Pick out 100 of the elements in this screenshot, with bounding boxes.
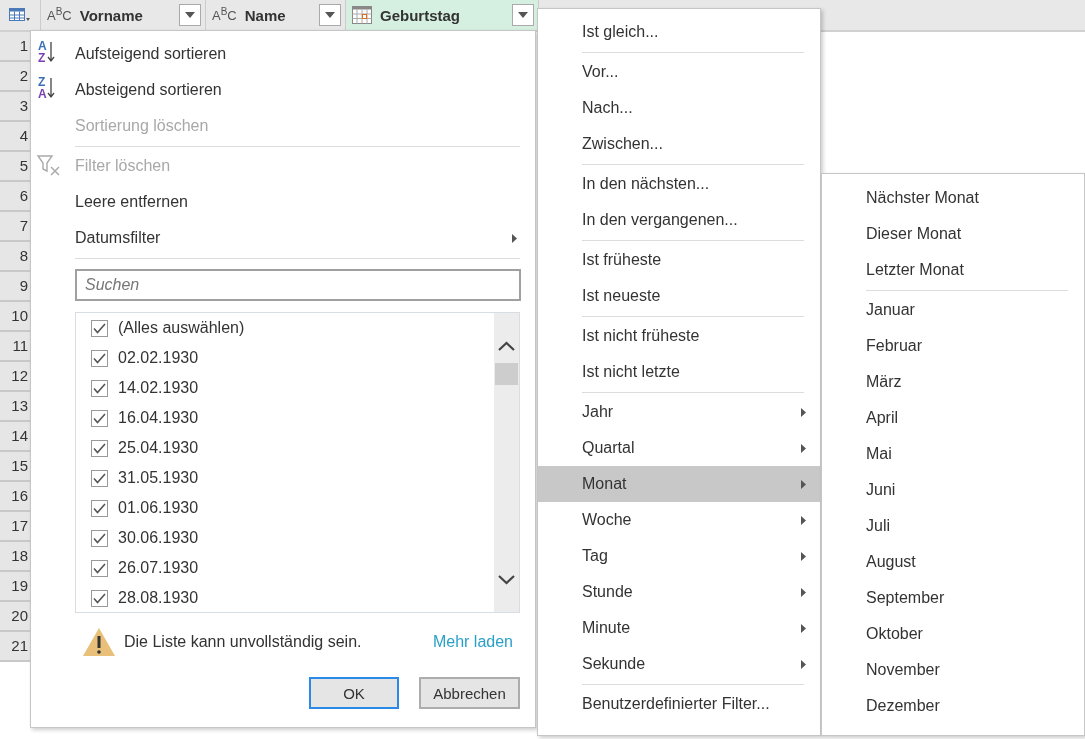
row-number: 10 [0, 302, 30, 332]
row-number: 13 [0, 392, 30, 422]
column-label: Name [244, 6, 287, 24]
row-number: 1 [0, 32, 30, 62]
menu-item[interactable]: April [822, 400, 1084, 436]
table-icon[interactable] [9, 8, 31, 22]
menu-item[interactable]: Dieser Monat [822, 216, 1084, 252]
submenu-arrow-icon [512, 233, 517, 243]
row-number: 21 [0, 632, 30, 662]
checkbox[interactable] [91, 589, 108, 607]
row-number: 20 [0, 602, 30, 632]
dialog-button[interactable]: Abbrechen [419, 677, 520, 709]
caret-icon [518, 12, 528, 18]
menu-item[interactable]: Vor... [538, 54, 820, 90]
menu-item[interactable]: Quartal [538, 430, 820, 466]
checkbox[interactable] [91, 319, 108, 337]
menu-item[interactable]: Oktober [822, 616, 1084, 652]
menu-item[interactable]: Stunde [538, 574, 820, 610]
submenu-arrow-icon [801, 587, 806, 597]
checkbox[interactable] [91, 439, 108, 457]
menu-item[interactable]: Dezember [822, 688, 1084, 724]
value-label[interactable]: 31.05.1930 [118, 469, 199, 487]
submenu-arrow-icon [801, 407, 806, 417]
checkbox[interactable] [91, 409, 108, 427]
text-type-label: A$^{B}$C [212, 6, 237, 24]
menu-item[interactable]: Mai [822, 436, 1084, 472]
submenu-arrow-icon [801, 515, 806, 525]
menu-item[interactable]: Ist gleich... [538, 14, 820, 50]
menu-item[interactable]: AZ Aufsteigend sortieren [31, 36, 535, 72]
menu-item[interactable]: Minute [538, 610, 820, 646]
scrollbar-thumb[interactable] [495, 363, 518, 385]
row-number: 5 [0, 152, 30, 182]
menu-item[interactable]: Letzter Monat [822, 252, 1084, 288]
submenu-arrow-icon [801, 551, 806, 561]
menu-item[interactable]: Januar [822, 292, 1084, 328]
menu-item[interactable]: Juni [822, 472, 1084, 508]
menu-item[interactable]: Jahr [538, 394, 820, 430]
submenu-arrow-icon [801, 479, 806, 489]
menu-item[interactable]: Juli [822, 508, 1084, 544]
menu-item[interactable]: Benutzerdefinierter Filter... [538, 686, 820, 722]
menu-item[interactable]: Nach... [538, 90, 820, 126]
menu-item[interactable]: ZA Absteigend sortieren [31, 72, 535, 108]
menu-item[interactable]: Ist früheste [538, 242, 820, 278]
text-type-label: A$^{B}$C [47, 6, 72, 24]
row-number: 16 [0, 482, 30, 512]
column-header[interactable]: Geburtstag [346, 0, 539, 30]
row-number: 9 [0, 272, 30, 302]
checkbox[interactable] [91, 349, 108, 367]
row-number: 7 [0, 212, 30, 242]
menu-item[interactable]: März [822, 364, 1084, 400]
warning-text: Die Liste kann unvollständig sein. [124, 633, 363, 651]
menu-item[interactable]: Monat [538, 466, 820, 502]
scroll-down-icon[interactable] [498, 575, 515, 585]
value-label[interactable]: 16.04.1930 [118, 409, 199, 427]
value-label[interactable]: 01.06.1930 [118, 499, 199, 517]
checkbox[interactable] [91, 529, 108, 547]
menu-item[interactable]: Datumsfilter [31, 220, 535, 256]
checkbox[interactable] [91, 499, 108, 517]
menu-item[interactable]: Februar [822, 328, 1084, 364]
value-label[interactable]: 02.02.1930 [118, 349, 199, 367]
menu-item[interactable]: Zwischen... [538, 126, 820, 162]
caret-icon [325, 12, 335, 18]
checkbox[interactable] [91, 469, 108, 487]
dropdown-button[interactable] [512, 4, 534, 26]
menu-item[interactable]: Tag [538, 538, 820, 574]
row-number: 14 [0, 422, 30, 452]
menu-item[interactable]: Ist nicht früheste [538, 318, 820, 354]
menu-item[interactable]: In den vergangenen... [538, 202, 820, 238]
menu-item[interactable]: Ist nicht letzte [538, 354, 820, 390]
value-label[interactable]: 25.04.1930 [118, 439, 199, 457]
row-number: 15 [0, 452, 30, 482]
menu-item[interactable]: Nächster Monat [822, 180, 1084, 216]
dialog-button[interactable]: OK [309, 677, 399, 709]
row-number: 6 [0, 182, 30, 212]
row-number: 8 [0, 242, 30, 272]
menu-item[interactable]: In den nächsten... [538, 166, 820, 202]
value-label[interactable]: 14.02.1930 [118, 379, 199, 397]
menu-item[interactable]: Woche [538, 502, 820, 538]
menu-item[interactable]: Sekunde [538, 646, 820, 682]
dropdown-button[interactable] [319, 4, 341, 26]
scroll-up-icon[interactable] [498, 341, 515, 351]
caret-icon [185, 12, 195, 18]
row-number: 4 [0, 122, 30, 152]
calendar-icon [352, 6, 372, 24]
value-label[interactable]: 28.08.1930 [118, 589, 199, 607]
value-label[interactable]: 26.07.1930 [118, 559, 199, 577]
value-label[interactable]: 30.06.1930 [118, 529, 199, 547]
search-field[interactable]: Suchen [75, 269, 521, 301]
checkbox[interactable] [91, 559, 108, 577]
warning-icon [82, 627, 116, 657]
checkbox[interactable] [91, 379, 108, 397]
menu-item[interactable]: Ist neueste [538, 278, 820, 314]
scrollbar[interactable] [494, 313, 519, 612]
menu-item[interactable]: Leere entfernen [31, 184, 535, 220]
menu-item[interactable]: November [822, 652, 1084, 688]
value-label[interactable]: (Alles auswählen) [118, 319, 245, 337]
menu-item[interactable]: September [822, 580, 1084, 616]
menu-item[interactable]: August [822, 544, 1084, 580]
dropdown-button[interactable] [179, 4, 201, 26]
row-number: 19 [0, 572, 30, 602]
